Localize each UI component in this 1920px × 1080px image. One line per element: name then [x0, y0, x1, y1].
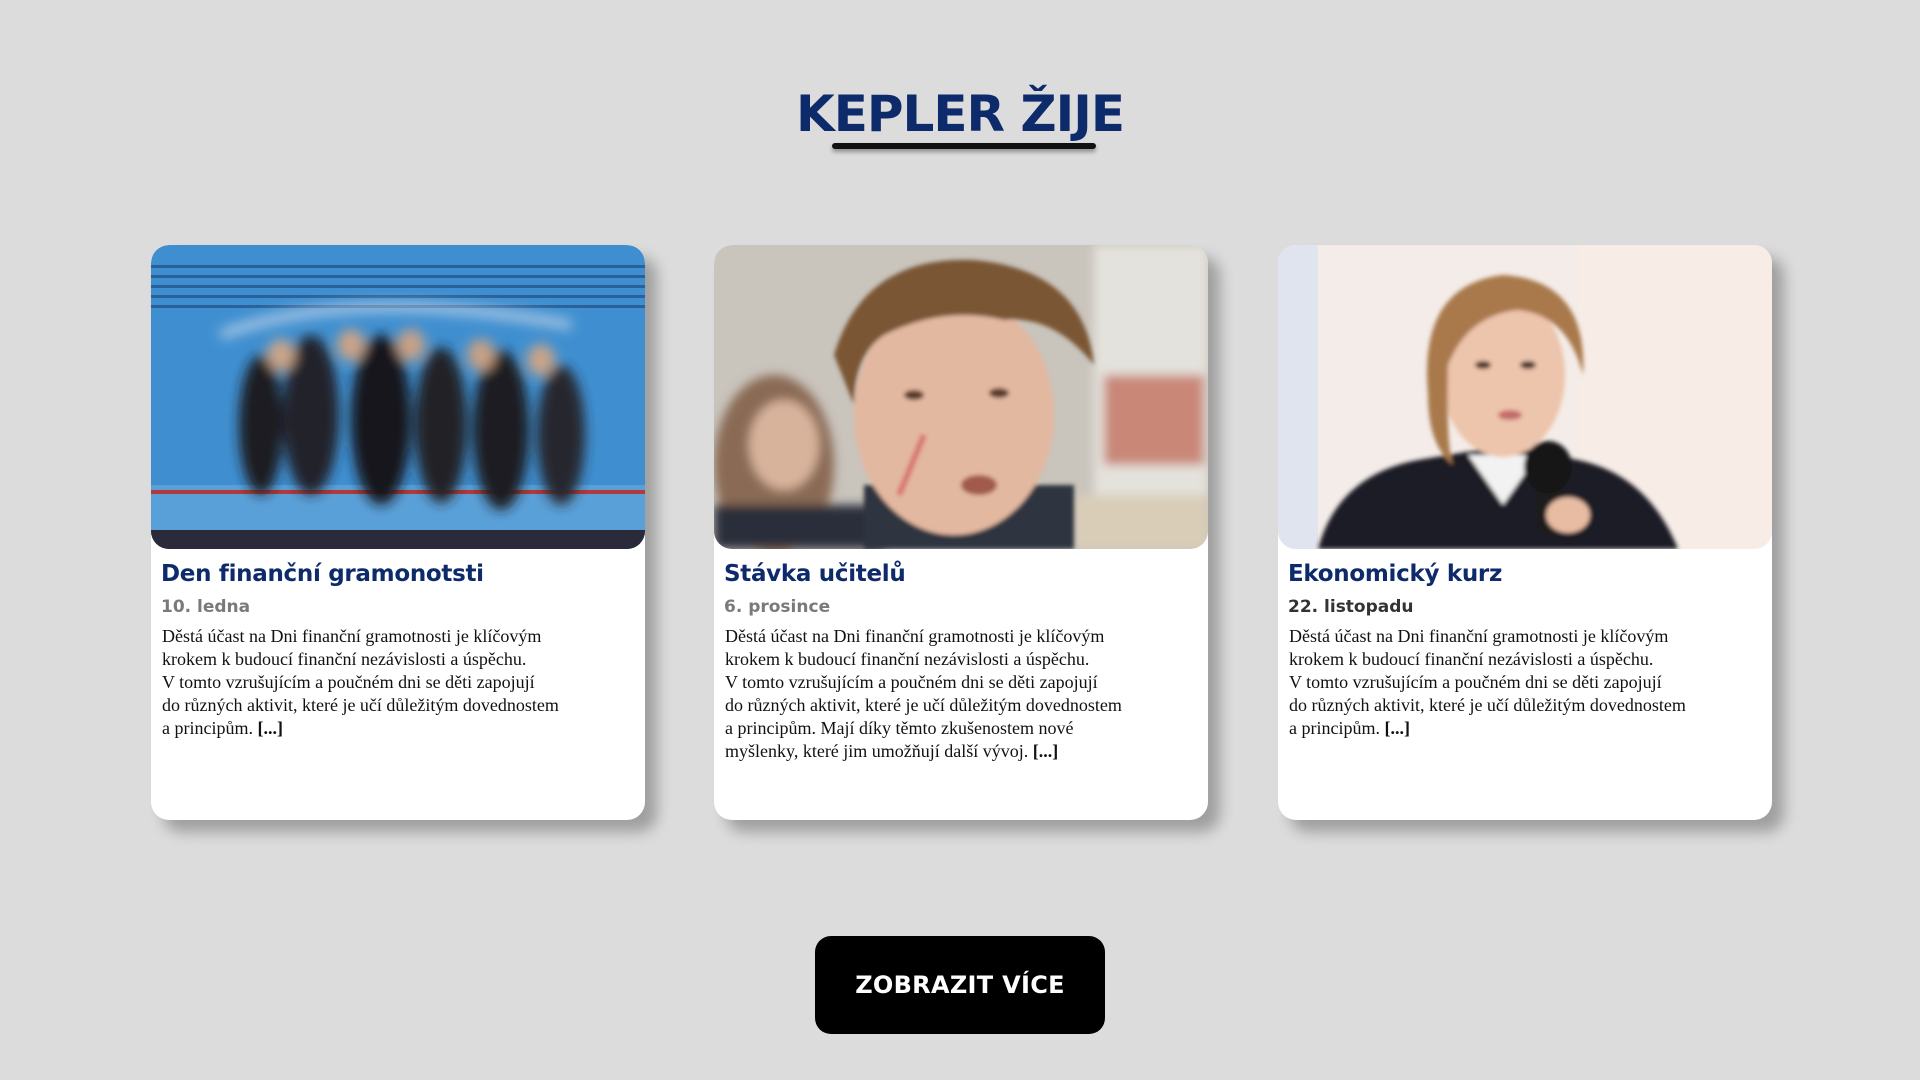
- excerpt-line: a principům. Mají díky těmto zkušenostem…: [725, 718, 1074, 738]
- news-card-3[interactable]: Ekonomický kurz 22. listopadu Děstá účas…: [1278, 245, 1772, 820]
- excerpt-line: Děstá účast na Dni finanční gramotnosti …: [725, 626, 1105, 646]
- card-title[interactable]: Stávka učitelů: [724, 561, 906, 587]
- card-image-dancers[interactable]: [151, 245, 645, 549]
- card-title[interactable]: Den finanční gramonotsti: [161, 561, 484, 587]
- card-title[interactable]: Ekonomický kurz: [1288, 561, 1502, 587]
- excerpt-line: V tomto vzrušujícím a poučném dni se dět…: [162, 672, 535, 692]
- excerpt-line: krokem k budoucí finanční nezávislosti a…: [162, 649, 527, 669]
- card-excerpt: Děstá účast na Dni finanční gramotnosti …: [1289, 625, 1759, 740]
- excerpt-line: krokem k budoucí finanční nezávislosti a…: [1289, 649, 1654, 669]
- excerpt-line: V tomto vzrušujícím a poučném dni se dět…: [1289, 672, 1662, 692]
- section-title: KEPLER ŽIJE: [795, 85, 1125, 143]
- excerpt-line: krokem k budoucí finanční nezávislosti a…: [725, 649, 1090, 669]
- read-more-link[interactable]: [...]: [1033, 741, 1059, 761]
- title-underline: [832, 143, 1096, 149]
- excerpt-line: Děstá účast na Dni finanční gramotnosti …: [162, 626, 542, 646]
- news-card-2[interactable]: Stávka učitelů 6. prosince Děstá účast n…: [714, 245, 1208, 820]
- excerpt-line: do různých aktivit, které je učí důležit…: [1289, 695, 1686, 715]
- excerpt-line: V tomto vzrušujícím a poučném dni se dět…: [725, 672, 1098, 692]
- card-date: 22. listopadu: [1288, 597, 1414, 617]
- card-excerpt: Děstá účast na Dni finanční gramotnosti …: [725, 625, 1195, 763]
- excerpt-line: myšlenky, které jim umožňují další vývoj…: [725, 741, 1029, 761]
- excerpt-line: a principům.: [1289, 718, 1380, 738]
- card-date: 6. prosince: [724, 597, 831, 617]
- show-more-button[interactable]: ZOBRAZIT VÍCE: [815, 936, 1105, 1034]
- read-more-link[interactable]: [...]: [257, 718, 283, 738]
- card-image-speaker[interactable]: [1278, 245, 1772, 549]
- card-date: 10. ledna: [161, 597, 251, 617]
- card-excerpt: Děstá účast na Dni finanční gramotnosti …: [162, 625, 632, 740]
- read-more-link[interactable]: [...]: [1384, 718, 1410, 738]
- excerpt-line: do různých aktivit, které je učí důležit…: [162, 695, 559, 715]
- excerpt-line: Děstá účast na Dni finanční gramotnosti …: [1289, 626, 1669, 646]
- excerpt-line: a principům.: [162, 718, 253, 738]
- news-card-1[interactable]: Den finanční gramonotsti 10. ledna Děstá…: [151, 245, 645, 820]
- card-image-boy[interactable]: [714, 245, 1208, 549]
- excerpt-line: do různých aktivit, které je učí důležit…: [725, 695, 1122, 715]
